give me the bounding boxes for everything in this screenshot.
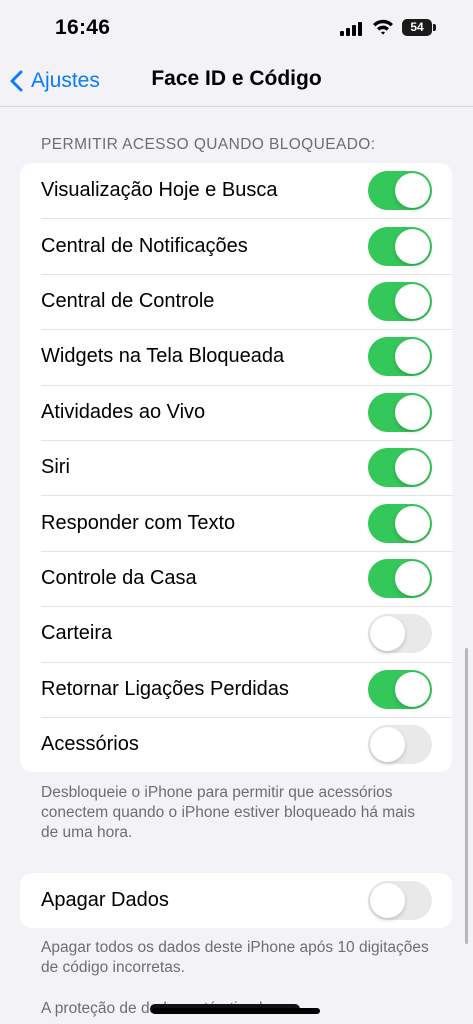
section-header-lock-access: PERMITIR ACESSO QUANDO BLOQUEADO: [41,136,376,153]
lock-access-toggle[interactable] [368,725,432,765]
lock-access-row: Central de Controle [20,273,452,329]
scroll-indicator[interactable] [465,648,468,944]
erase-data-row: Apagar Dados [20,873,452,928]
lock-access-toggle[interactable] [368,392,432,432]
lock-access-row: Visualização Hoje e Busca [20,163,452,218]
lock-access-row: Retornar Ligações Perdidas [20,661,452,717]
lock-access-label: Visualização Hoje e Busca [41,179,278,202]
lock-access-toggle[interactable] [368,171,432,211]
lock-access-toggle[interactable] [368,226,432,266]
wifi-icon [373,19,393,35]
lock-access-label: Widgets na Tela Bloqueada [41,345,285,368]
lock-access-label: Carteira [41,622,113,645]
lock-access-row: Siri [20,439,452,495]
lock-access-row: Acessórios [20,716,452,772]
toggle-knob [395,505,430,541]
lock-access-row: Carteira [20,606,452,661]
toggle-knob [370,727,405,763]
lock-access-toggle[interactable] [368,448,432,488]
toggle-knob [395,173,430,209]
toggle-knob [395,560,430,596]
lock-access-label: Central de Notificações [41,234,248,257]
status-bar: 16:46 54 [0,0,473,56]
lock-access-row: Widgets na Tela Bloqueada [20,329,452,384]
lock-access-toggle[interactable] [368,503,432,543]
toggle-knob [370,616,405,652]
erase-data-label: Apagar Dados [41,889,169,912]
toggle-knob [395,671,430,707]
lock-access-label: Responder com Texto [41,511,236,534]
cellular-signal-icon [340,22,366,36]
lock-access-toggle[interactable] [368,337,432,377]
lock-access-label: Retornar Ligações Perdidas [41,677,289,700]
page-title: Face ID e Código [151,67,322,90]
erase-data-footer: Apagar todos os dados deste iPhone após … [41,939,429,976]
status-time: 16:46 [55,16,111,39]
lock-access-toggle[interactable] [368,669,432,709]
toggle-knob [395,339,430,375]
erase-data-group: Apagar Dados [20,873,452,929]
lock-access-label: Atividades ao Vivo [41,400,206,423]
toggle-knob [370,883,405,919]
toggle-knob [395,283,430,319]
accessories-footer: Desbloqueie o iPhone para permitir que a… [41,784,415,841]
battery-icon: 54 [402,19,432,36]
lock-access-label: Controle da Casa [41,566,197,589]
battery-tip [433,24,436,31]
lock-access-label: Acessórios [41,733,139,756]
lock-access-list: Visualização Hoje e Busca Central de Noti… [20,163,452,773]
lock-access-toggle[interactable] [368,281,432,321]
lock-access-label: Central de Controle [41,289,215,312]
toggle-knob [395,394,430,430]
lock-access-row: Central de Notificações [20,218,452,273]
lock-access-row: Controle da Casa [20,550,452,606]
lock-access-row: Atividades ao Vivo [20,384,452,440]
toggle-knob [395,228,430,264]
erase-data-toggle[interactable] [368,881,432,921]
navigation-bar: Ajustes Face ID e Código [0,56,473,107]
lock-access-toggle[interactable] [368,558,432,598]
lock-access-label: Siri [41,456,70,479]
toggle-knob [395,450,430,486]
home-indicator[interactable] [152,1008,320,1014]
lock-access-row: Responder com Texto [20,495,452,550]
lock-access-toggle[interactable] [368,614,432,654]
